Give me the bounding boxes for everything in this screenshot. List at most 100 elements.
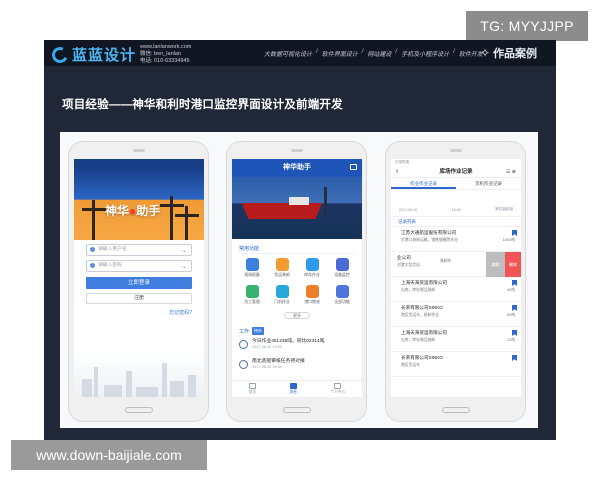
- tab-profile[interactable]: 个人中心: [330, 383, 345, 395]
- record-time[interactable]: 16:00: [452, 208, 461, 212]
- tab-home[interactable]: 首页: [248, 383, 256, 395]
- function-tile[interactable]: 设备监控: [328, 258, 356, 282]
- nav-mobile[interactable]: 手机及小程序设计: [401, 49, 449, 58]
- record-row[interactable]: 上海天海货运有限公司 出库，库存钢品装卸 12吨: [391, 327, 521, 352]
- status-bar: [74, 159, 204, 166]
- star-icon: ✧: [480, 46, 491, 60]
- task-icon: [239, 340, 248, 349]
- page-title: 项目经验——神华和利时港口监控界面设计及前端开发: [62, 99, 343, 111]
- tab-crane-records[interactable]: 货机作业记录: [456, 178, 521, 189]
- nav-software-ui[interactable]: 软件界面设计: [322, 49, 358, 58]
- wechat-text: 微信: ben_lanlan: [140, 51, 181, 57]
- phone-showcase: 神华●助手 请输入用户名 ⌄ 请输入密码 ⌄ 立即登录 注册 忘记密码? 神华助…: [60, 132, 538, 428]
- home-button[interactable]: [283, 407, 311, 413]
- function-tile[interactable]: 全部功能: [328, 285, 356, 309]
- crane-icon: [324, 187, 327, 217]
- chevron-down-icon: ⌄: [181, 248, 187, 254]
- function-tile[interactable]: 库存作业: [298, 258, 326, 282]
- records-screen: 中国联通 ‹ 库场作业记录 ☰ ⊕ 作业作业记录 货机作业记录 2017-06-…: [391, 159, 521, 397]
- toolbar-icons[interactable]: ☰ ⊕: [506, 166, 516, 178]
- showcase-panel: 蓝蓝设计 www.lanlanwork.com 微信: ben_lanlan 电…: [44, 40, 556, 440]
- record-row[interactable]: 长荣有限公司SINKO 港区货运车，装卸作业 60吨: [391, 302, 521, 327]
- watermark-bottom: www.down-baijiale.com: [11, 440, 207, 470]
- login-button[interactable]: 立即登录: [86, 277, 192, 289]
- user-icon: [334, 383, 342, 389]
- login-screen: 神华●助手 请输入用户名 ⌄ 请输入密码 ⌄ 立即登录 注册 忘记密码?: [74, 159, 204, 397]
- app-title: 神华助手: [283, 164, 311, 171]
- password-placeholder: 请输入密码: [98, 263, 122, 268]
- top-nav: 大数据可视化设计 / 软件界面设计 / 网站建设 / 手机及小程序设计 / 软件开发: [264, 49, 483, 58]
- phone-dashboard: 神华助手 常用功能 现场报备 货运装卸 库存作业 设备监控 员工管理 门机作业 …: [226, 141, 367, 422]
- logo-mark-icon: [49, 44, 71, 65]
- function-tile[interactable]: 港口物流: [298, 285, 326, 309]
- crane-icon: [175, 206, 199, 240]
- inventory-icon: [305, 258, 319, 271]
- delete-button[interactable]: 删除: [505, 252, 521, 277]
- port-skyline: [74, 351, 204, 397]
- watermark-top: TG: MYYJJPP: [466, 11, 588, 41]
- crane-icon: [82, 200, 106, 240]
- staff-icon: [245, 285, 259, 298]
- edit-button[interactable]: 编辑: [486, 252, 505, 277]
- username-input[interactable]: 请输入用户名 ⌄: [86, 244, 192, 256]
- register-button[interactable]: 注册: [86, 293, 192, 304]
- home-button[interactable]: [442, 407, 470, 413]
- function-tile[interactable]: 现场报备: [238, 258, 266, 282]
- home-button[interactable]: [125, 407, 153, 413]
- message-icon[interactable]: [350, 164, 357, 170]
- report-icon: [245, 258, 259, 271]
- task-item[interactable]: 南北装船审核任务待对接 2017-06-20 09:30: [239, 359, 355, 375]
- home-icon: [248, 383, 256, 389]
- camera-icon: [450, 149, 462, 152]
- record-date[interactable]: 2017-06-20: [399, 208, 417, 212]
- login-banner: 神华●助手: [74, 166, 204, 240]
- status-bar: 中国联通: [391, 159, 521, 166]
- username-placeholder: 请输入用户名: [98, 247, 127, 252]
- tab-messages[interactable]: 消息: [289, 383, 297, 395]
- crane-icon: [160, 196, 184, 240]
- site-url: www.lanlanwork.com: [140, 44, 192, 50]
- function-tile[interactable]: 员工管理: [238, 285, 266, 309]
- back-icon[interactable]: ‹: [396, 166, 398, 178]
- contact-info: www.lanlanwork.com 微信: ben_lanlan 电话: 01…: [140, 44, 191, 65]
- bottom-tab-bar: 首页 消息 个人中心: [232, 380, 362, 397]
- forgot-password-link[interactable]: 忘记密码?: [86, 309, 192, 316]
- record-row[interactable]: 长荣有限公司SINKO 港区货运车: [391, 352, 521, 377]
- date-time-row: 2017-06-20 16:00 第四装卸组: [391, 190, 521, 217]
- record-tabs: 作业作业记录 货机作业记录: [391, 178, 521, 190]
- camera-icon: [291, 149, 303, 152]
- login-title: 神华●助手: [105, 204, 161, 218]
- function-tile[interactable]: 门机作业: [268, 285, 296, 309]
- section-title: 常用功能: [239, 244, 355, 254]
- dashboard-screen: 神华助手 常用功能 现场报备 货运装卸 库存作业 设备监控 员工管理 门机作业 …: [232, 159, 362, 397]
- password-input[interactable]: 请输入密码 ⌄: [86, 260, 192, 272]
- record-row[interactable]: 上海天海货运有限公司 出库，库存钢品装卸 40吨: [391, 277, 521, 302]
- tab-work-records[interactable]: 作业作业记录: [391, 178, 456, 189]
- nav-website[interactable]: 网站建设: [367, 49, 391, 58]
- swiped-record-row[interactable]: 业公司 对港大型货站 装卸车 编辑 删除: [391, 252, 521, 277]
- brand-logo[interactable]: 蓝蓝设计: [49, 44, 137, 65]
- task-item[interactable]: 今日作业451235吨，同比02314吨 2017-06-20 10:00: [239, 339, 355, 355]
- brand-name: 蓝蓝设计: [72, 47, 137, 64]
- all-functions-icon: [335, 285, 349, 298]
- record-berth[interactable]: 第四装卸组: [495, 207, 513, 212]
- user-icon: [90, 247, 95, 252]
- chevron-down-icon: ⌄: [181, 264, 187, 270]
- cargo-icon: [275, 258, 289, 271]
- phone-records: 中国联通 ‹ 库场作业记录 ☰ ⊕ 作业作业记录 货机作业记录 2017-06-…: [385, 141, 526, 422]
- function-grid: 现场报备 货运装卸 库存作业 设备监控 员工管理 门机作业 港口物流 全部功能: [232, 254, 362, 309]
- record-list-label: 记录列表: [391, 217, 521, 227]
- more-button[interactable]: 更多: [284, 312, 310, 319]
- logistics-icon: [305, 285, 319, 298]
- ship-banner: [232, 177, 362, 239]
- record-row[interactable]: 江苏大通航运股份有限公司 对港口装卸运输，钢铁锻模等作业 1500吨: [391, 227, 521, 252]
- crane-icon: [275, 285, 289, 298]
- function-tile[interactable]: 货运装卸: [268, 258, 296, 282]
- monitor-icon: [335, 258, 349, 271]
- case-link[interactable]: ✧ 作品案例: [480, 45, 537, 61]
- tasks-header: 工作 待办: [239, 327, 265, 335]
- status-badge: 待办: [252, 327, 265, 335]
- phone-login: 神华●助手 请输入用户名 ⌄ 请输入密码 ⌄ 立即登录 注册 忘记密码?: [68, 141, 209, 422]
- nav-data-visual[interactable]: 大数据可视化设计: [264, 49, 312, 58]
- top-bar: 蓝蓝设计 www.lanlanwork.com 微信: ben_lanlan 电…: [44, 40, 556, 66]
